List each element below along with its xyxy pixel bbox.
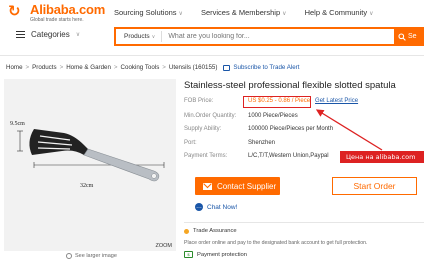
payment-protection-icon: $ <box>184 251 193 258</box>
search-icon <box>398 32 406 41</box>
mail-icon <box>203 182 212 190</box>
annotation-callout: Цена на alibaba.com <box>340 151 424 163</box>
spec-row-supply-ability: Supply Ability: 100000 Piece/Pieces per … <box>184 126 334 132</box>
search-button[interactable]: Se <box>394 27 424 46</box>
trade-assurance-icon <box>184 228 189 234</box>
categories-button[interactable]: Categories ∨ <box>16 30 80 39</box>
chevron-down-icon: ∨ <box>369 11 374 17</box>
contact-supplier-button[interactable]: Contact Supplier <box>195 177 280 195</box>
chevron-down-icon: ∨ <box>151 34 156 40</box>
subscribe-trade-alert-link[interactable]: Subscribe to Trade Alert <box>223 64 299 71</box>
categories-label: Categories <box>31 30 70 39</box>
magnifier-icon <box>66 253 72 259</box>
breadcrumb-item[interactable]: Utensils (160155) <box>169 64 218 71</box>
get-latest-price-link[interactable]: Get Latest Price <box>315 98 358 104</box>
nav-services-membership[interactable]: Services & Membership ∨ <box>201 8 287 17</box>
chevron-down-icon: ∨ <box>178 11 183 17</box>
product-image[interactable]: 9.5cm 32cm ZOOM <box>4 79 176 251</box>
dimension-width-label: 9.5cm <box>10 121 25 127</box>
trade-assurance[interactable]: Trade Assurance <box>184 228 237 234</box>
chat-icon: … <box>195 203 203 211</box>
breadcrumb: Home > Products > Home & Garden > Cooking T… <box>6 64 300 71</box>
nav-sourcing-solutions[interactable]: Sourcing Solutions ∨ <box>114 8 183 17</box>
spec-row-payment-terms: Payment Terms: L/C,T/T,Western Union,Pay… <box>184 153 329 159</box>
price-highlight-box <box>243 96 311 108</box>
zoom-label[interactable]: ZOOM <box>156 243 173 249</box>
site-header: ↻ Alibaba.com Global trade starts here. … <box>0 0 424 56</box>
chat-now-link[interactable]: … Chat Now! <box>195 203 237 211</box>
search-input[interactable] <box>162 29 424 44</box>
alibaba-logo-icon: ↻ <box>8 3 21 20</box>
trade-assurance-description: Place order online and pay to the design… <box>184 240 368 246</box>
search-category-select[interactable]: Products ∨ <box>116 31 163 42</box>
alibaba-logo[interactable]: ↻ Alibaba.com Global trade starts here. <box>8 2 106 24</box>
logo-wordmark: Alibaba.com <box>30 2 106 17</box>
breadcrumb-item[interactable]: Home & Garden <box>66 64 111 71</box>
breadcrumb-item[interactable]: Home <box>6 64 23 71</box>
spec-row-min-order: Min.Order Quantity: 1000 Piece/Pieces <box>184 113 298 119</box>
breadcrumb-item[interactable]: Cooking Tools <box>121 64 160 71</box>
chevron-down-icon: ∨ <box>282 11 287 17</box>
chevron-down-icon: ∨ <box>75 32 81 38</box>
spec-row-port: Port: Shenzhen <box>184 140 276 146</box>
nav-help-community[interactable]: Help & Community ∨ <box>305 8 374 17</box>
divider <box>184 222 424 223</box>
alert-icon <box>223 64 231 71</box>
see-larger-image-link[interactable]: See larger image <box>66 253 117 259</box>
search-bar: Products∨ Se <box>114 27 424 46</box>
top-nav: Sourcing Solutions ∨ Services & Membershi… <box>114 8 374 17</box>
start-order-button[interactable]: Start Order <box>332 177 417 195</box>
product-title: Stainless-steel professional flexible sl… <box>184 80 396 91</box>
menu-icon <box>16 31 25 38</box>
dimension-length-label: 32cm <box>80 183 94 189</box>
breadcrumb-item[interactable]: Products <box>32 64 56 71</box>
payment-protection: $ Payment protection <box>184 251 247 258</box>
spatula-image <box>17 129 165 182</box>
logo-tagline: Global trade starts here. <box>30 17 84 23</box>
